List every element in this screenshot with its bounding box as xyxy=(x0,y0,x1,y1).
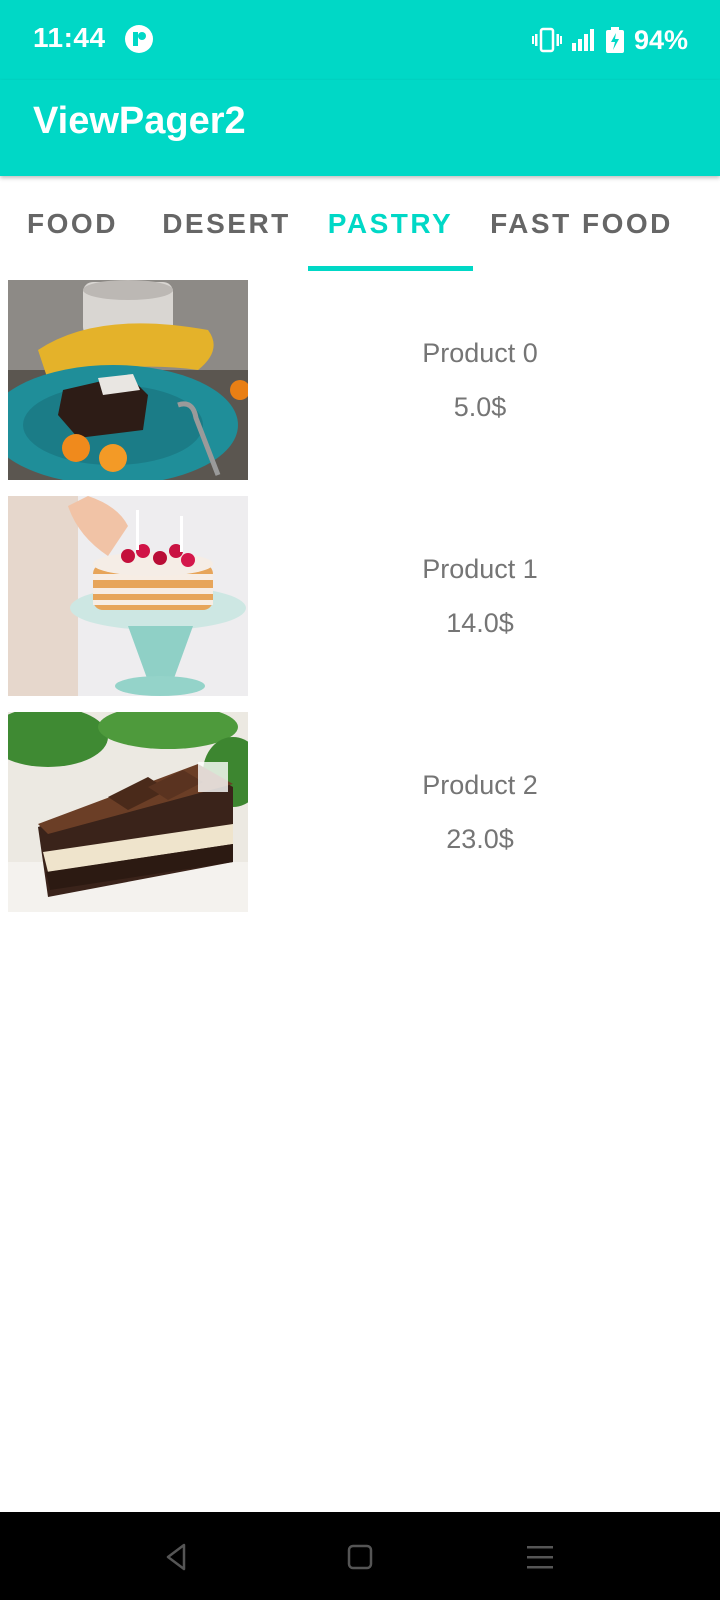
signal-icon xyxy=(571,29,594,51)
recents-icon[interactable] xyxy=(523,1540,557,1574)
product-price: 14.0$ xyxy=(446,608,514,638)
status-time: 11:44 xyxy=(33,22,106,53)
list-item[interactable]: Product 2 23.0$ xyxy=(0,712,720,912)
battery-percent: 94% xyxy=(633,24,688,55)
back-icon[interactable] xyxy=(160,1540,194,1574)
product-price: 23.0$ xyxy=(446,824,514,854)
list-item[interactable]: Product 0 5.0$ xyxy=(0,280,720,480)
product-info: Product 2 23.0$ xyxy=(260,712,700,912)
product-name: Product 1 xyxy=(422,554,538,584)
product-name: Product 2 xyxy=(422,770,538,800)
tab-fast-food[interactable]: FAST FOOD xyxy=(473,176,690,272)
app-bar: ViewPager2 xyxy=(0,80,720,176)
app-title: ViewPager2 xyxy=(33,100,246,142)
battery-charging-icon xyxy=(605,27,624,53)
product-info: Product 1 14.0$ xyxy=(260,496,700,696)
home-icon[interactable] xyxy=(343,1540,377,1574)
status-indicators: 94% xyxy=(531,22,688,58)
tab-pastry[interactable]: PASTRY xyxy=(308,176,473,272)
tab-desert[interactable]: DESERT xyxy=(145,176,308,272)
navigation-bar xyxy=(0,1512,720,1600)
tab-food[interactable]: FOOD xyxy=(0,176,145,272)
tab-layout: FOOD DESERT PASTRY FAST FOOD xyxy=(0,176,720,272)
layer-cake-image xyxy=(8,496,248,696)
list-item[interactable]: Product 1 14.0$ xyxy=(0,496,720,696)
product-price: 5.0$ xyxy=(453,392,507,422)
brownie-plate-image xyxy=(8,280,248,480)
tab-indicator xyxy=(308,266,473,271)
status-bar: 11:44 94% xyxy=(0,0,720,80)
product-name: Product 0 xyxy=(422,338,538,368)
product-info: Product 0 5.0$ xyxy=(260,280,700,480)
chocolate-cake-slice-image xyxy=(8,712,248,912)
app-notification-icon xyxy=(125,25,153,53)
vibrate-icon xyxy=(531,27,562,53)
